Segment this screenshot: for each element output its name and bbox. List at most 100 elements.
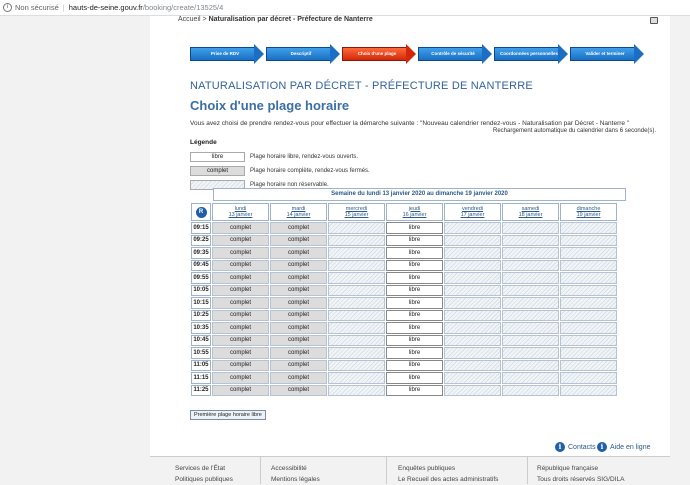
- first-free-slot-button[interactable]: Première plage horaire libre: [190, 410, 266, 420]
- day-date: 16 janvier: [402, 212, 427, 218]
- day-header: dimanche 19 janvier: [560, 203, 617, 221]
- table-row: 09:55 complet complet libre: [191, 272, 617, 284]
- progress-steps: Prise de RDV Descriptif Choix d'une plage C…: [190, 44, 644, 64]
- slot-unavailable: [502, 222, 559, 234]
- slot-time: 10:05: [191, 284, 211, 296]
- slot-free[interactable]: libre: [386, 222, 443, 234]
- slot-full: complet: [212, 297, 269, 309]
- online-help-link[interactable]: i Aide en ligne: [597, 442, 650, 452]
- slot-unavailable: [560, 334, 617, 346]
- slot-unavailable: [328, 359, 385, 371]
- table-row: 09:35 complet complet libre: [191, 247, 617, 259]
- slot-unavailable: [560, 347, 617, 359]
- breadcrumb-home[interactable]: Accueil: [178, 16, 201, 23]
- slot-free[interactable]: libre: [386, 247, 443, 259]
- slot-unavailable: [328, 384, 385, 396]
- slot-full: complet: [270, 297, 327, 309]
- slot-free[interactable]: libre: [386, 297, 443, 309]
- slot-time: 10:45: [191, 334, 211, 346]
- day-date: 18 janvier: [518, 212, 543, 218]
- slot-free[interactable]: libre: [386, 359, 443, 371]
- slot-unavailable: [328, 247, 385, 259]
- slot-free[interactable]: libre: [386, 372, 443, 384]
- page-margin-left: [0, 16, 150, 483]
- step-label: Contrôle de sécurité: [431, 51, 475, 56]
- legend-free-desc: Plage horaire libre, rendez-vous ouverts…: [250, 154, 359, 160]
- legend-title: Légende: [190, 139, 217, 146]
- breadcrumb-current: Naturalisation par décret - Préfecture d…: [208, 16, 373, 23]
- intro-text: Vous avez choisi de prendre rendez-vous …: [190, 120, 630, 127]
- footer-link[interactable]: Accessibilité: [271, 463, 320, 474]
- slot-free[interactable]: libre: [386, 259, 443, 271]
- slot-full: complet: [270, 259, 327, 271]
- slot-free[interactable]: libre: [386, 309, 443, 321]
- slot-time: 10:15: [191, 297, 211, 309]
- slot-unavailable: [560, 222, 617, 234]
- slot-free[interactable]: libre: [386, 284, 443, 296]
- slot-unavailable: [444, 309, 501, 321]
- step-label: Valider et terminer: [585, 51, 625, 56]
- slot-free[interactable]: libre: [386, 272, 443, 284]
- slot-free[interactable]: libre: [386, 334, 443, 346]
- slot-unavailable: [560, 322, 617, 334]
- slot-full: complet: [270, 359, 327, 371]
- slot-unavailable: [560, 359, 617, 371]
- slot-unavailable: [502, 259, 559, 271]
- table-row: 09:25 complet complet libre: [191, 234, 617, 246]
- day-header: mercredi 15 janvier: [328, 203, 385, 221]
- slot-unavailable: [444, 359, 501, 371]
- slot-unavailable: [560, 247, 617, 259]
- footer-link[interactable]: Mentions légales: [271, 474, 320, 485]
- table-row: 10:35 complet complet libre: [191, 322, 617, 334]
- calendar-icon[interactable]: R: [195, 206, 207, 218]
- slot-free[interactable]: libre: [386, 234, 443, 246]
- slot-unavailable: [502, 284, 559, 296]
- slot-unavailable: [444, 372, 501, 384]
- slot-unavailable: [560, 384, 617, 396]
- slot-full: complet: [270, 322, 327, 334]
- slot-full: complet: [212, 222, 269, 234]
- info-icon: i: [555, 442, 565, 452]
- slot-unavailable: [328, 334, 385, 346]
- slot-full: complet: [212, 334, 269, 346]
- breadcrumb: Accueil > Naturalisation par décret - Pr…: [178, 16, 373, 23]
- info-icon[interactable]: i: [3, 3, 12, 12]
- schedule-table: Rlundi 13 janvier mardi 14 janvier mercredi 1…: [190, 202, 618, 397]
- slot-free[interactable]: libre: [386, 347, 443, 359]
- footer-link[interactable]: Services de l'État: [175, 463, 233, 474]
- slot-full: complet: [212, 234, 269, 246]
- contacts-link[interactable]: i Contacts: [555, 442, 596, 452]
- footer-link[interactable]: République française: [537, 463, 624, 474]
- slot-unavailable: [444, 234, 501, 246]
- table-row: 10:55 complet complet libre: [191, 347, 617, 359]
- slot-unavailable: [444, 272, 501, 284]
- day-date: 13 janvier: [228, 212, 253, 218]
- slot-unavailable: [444, 347, 501, 359]
- footer-link[interactable]: Politiques publiques: [175, 474, 233, 485]
- slot-unavailable: [502, 234, 559, 246]
- slot-unavailable: [502, 384, 559, 396]
- url-host: hauts-de-seine.gouv.fr: [68, 3, 143, 12]
- browser-address-bar[interactable]: i Non sécurisé | hauts-de-seine.gouv.fr …: [0, 0, 690, 16]
- slot-full: complet: [270, 372, 327, 384]
- step-label: Choix d'une plage: [357, 51, 397, 56]
- slot-unavailable: [502, 359, 559, 371]
- footer-col-2: Accessibilité Mentions légales: [271, 463, 320, 485]
- footer-link[interactable]: Tous droits réservés SIG/DILA: [537, 474, 624, 485]
- slot-unavailable: [328, 222, 385, 234]
- print-icon[interactable]: [650, 17, 658, 24]
- slot-free[interactable]: libre: [386, 322, 443, 334]
- slot-free[interactable]: libre: [386, 384, 443, 396]
- day-header: vendredi 17 janvier: [444, 203, 501, 221]
- footer-link[interactable]: Le Recueil des actes administratifs: [398, 474, 498, 485]
- address-separator: |: [62, 3, 65, 12]
- table-row: 11:15 complet complet libre: [191, 372, 617, 384]
- slot-unavailable: [560, 309, 617, 321]
- slot-time: 09:55: [191, 272, 211, 284]
- slot-full: complet: [212, 359, 269, 371]
- footer-link[interactable]: Enquêtes publiques: [398, 463, 498, 474]
- step-label: Prise de RDV: [210, 51, 240, 56]
- security-label: Non sécurisé: [15, 3, 59, 12]
- slot-unavailable: [444, 322, 501, 334]
- slot-unavailable: [328, 347, 385, 359]
